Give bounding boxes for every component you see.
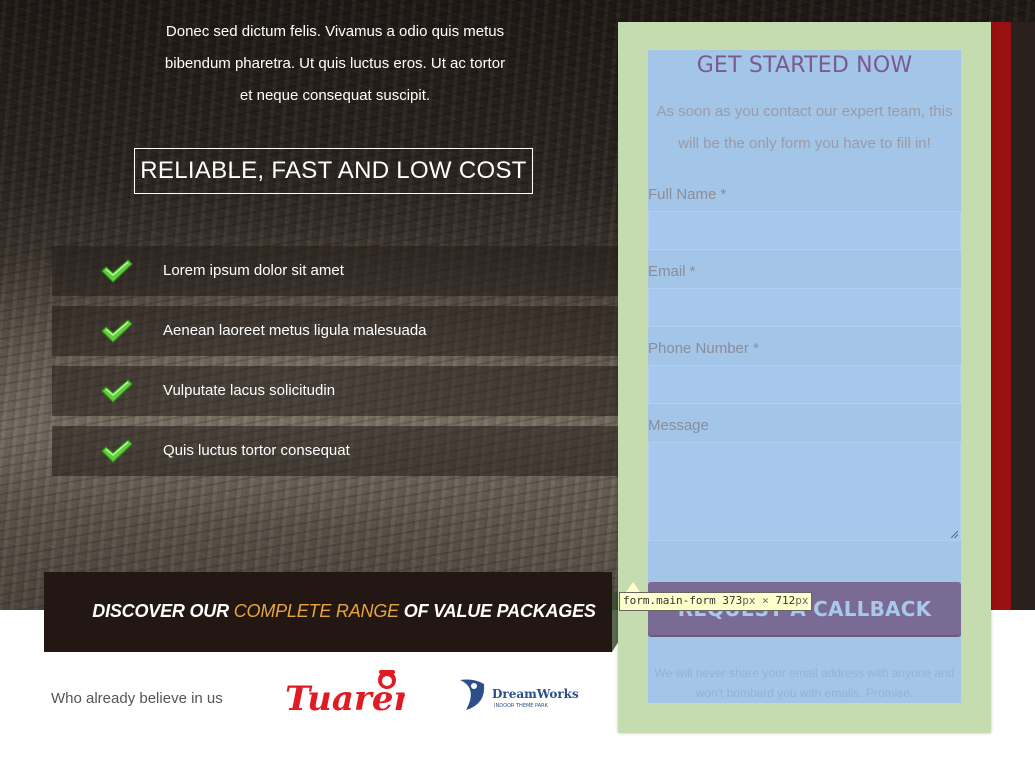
- privacy-line: won't bombard you with emails. Promise.: [695, 686, 914, 700]
- dreamworks-logo[interactable]: DreamWorks INDOOR THEME PARK: [456, 676, 580, 714]
- discover-highlight: COMPLETE RANGE: [233, 601, 399, 621]
- check-icon: [101, 319, 133, 343]
- feature-label: Aenean laoreet metus ligula malesuada: [163, 322, 427, 339]
- form-subtitle-line: As soon as you contact our expert team, …: [656, 103, 953, 120]
- intro-line: bibendum pharetra. Ut quis luctus eros. …: [164, 55, 506, 72]
- feature-label: Quis luctus tortor consequat: [163, 442, 350, 459]
- check-icon: [101, 439, 133, 463]
- message-field[interactable]: [648, 442, 961, 541]
- inspector-unit: px: [742, 594, 756, 607]
- check-icon: [101, 379, 133, 403]
- phone-field[interactable]: [648, 365, 961, 404]
- form-subtitle: As soon as you contact our expert team, …: [648, 96, 961, 160]
- phone-label: Phone Number *: [648, 340, 759, 357]
- discover-banner-text[interactable]: DISCOVER OUR COMPLETE RANGE OF VALUE PAC…: [44, 572, 644, 652]
- inspector-width: 373: [722, 594, 743, 607]
- feature-item: Lorem ipsum dolor sit amet: [52, 246, 618, 296]
- intro-line: et neque consequat suscipit.: [239, 87, 431, 104]
- discover-prefix: DISCOVER OUR: [92, 601, 229, 621]
- inspector-unit: px: [795, 594, 809, 607]
- intro-line: Donec sed dictum felis. Vivamus a odio q…: [165, 23, 505, 40]
- inspector-selector: form.main-form: [623, 594, 716, 607]
- privacy-line: We will never share your email address w…: [654, 666, 955, 680]
- dreamworks-logo-text: DreamWorks: [492, 687, 579, 701]
- tuaren-logo-text: Tuaren: [285, 679, 405, 719]
- feature-label: Lorem ipsum dolor sit amet: [163, 262, 344, 279]
- inspector-tooltip-arrow: [626, 582, 640, 592]
- tuaren-logo[interactable]: Tuaren: [283, 666, 405, 724]
- dreamworks-moon-icon: [460, 679, 485, 710]
- message-label: Message: [648, 417, 709, 434]
- tagline-box: RELIABLE, FAST AND LOW COST: [134, 148, 533, 194]
- hero-edge: [1011, 22, 1035, 610]
- red-accent-strip: [990, 22, 1011, 610]
- partners-label: Who already believe in us: [51, 690, 223, 707]
- form-title: GET STARTED NOW: [696, 53, 913, 78]
- inspector-separator: ×: [762, 594, 769, 607]
- feature-item: Aenean laoreet metus ligula malesuada: [52, 306, 618, 356]
- feature-list: Lorem ipsum dolor sit amet Aenean laoree…: [52, 246, 618, 486]
- email-field[interactable]: [648, 288, 961, 327]
- resize-handle-icon[interactable]: [951, 531, 958, 538]
- intro-paragraph: Donec sed dictum felis. Vivamus a odio q…: [150, 16, 520, 112]
- form-subtitle-line: will be the only form you have to fill i…: [678, 135, 931, 152]
- email-label: Email *: [648, 263, 696, 280]
- dreamworks-logo-subtext: INDOOR THEME PARK: [494, 703, 549, 709]
- full-name-field[interactable]: [648, 211, 961, 250]
- feature-label: Vulputate lacus solicitudin: [163, 382, 336, 399]
- check-icon: [101, 259, 133, 283]
- inspector-tooltip: form.main-form 373px × 712px: [619, 592, 813, 611]
- full-name-label: Full Name *: [648, 186, 727, 203]
- discover-suffix: OF VALUE PACKAGES: [403, 601, 596, 621]
- privacy-note: We will never share your email address w…: [648, 663, 961, 703]
- feature-item: Vulputate lacus solicitudin: [52, 366, 618, 416]
- feature-item: Quis luctus tortor consequat: [52, 426, 618, 476]
- inspector-height: 712: [775, 594, 796, 607]
